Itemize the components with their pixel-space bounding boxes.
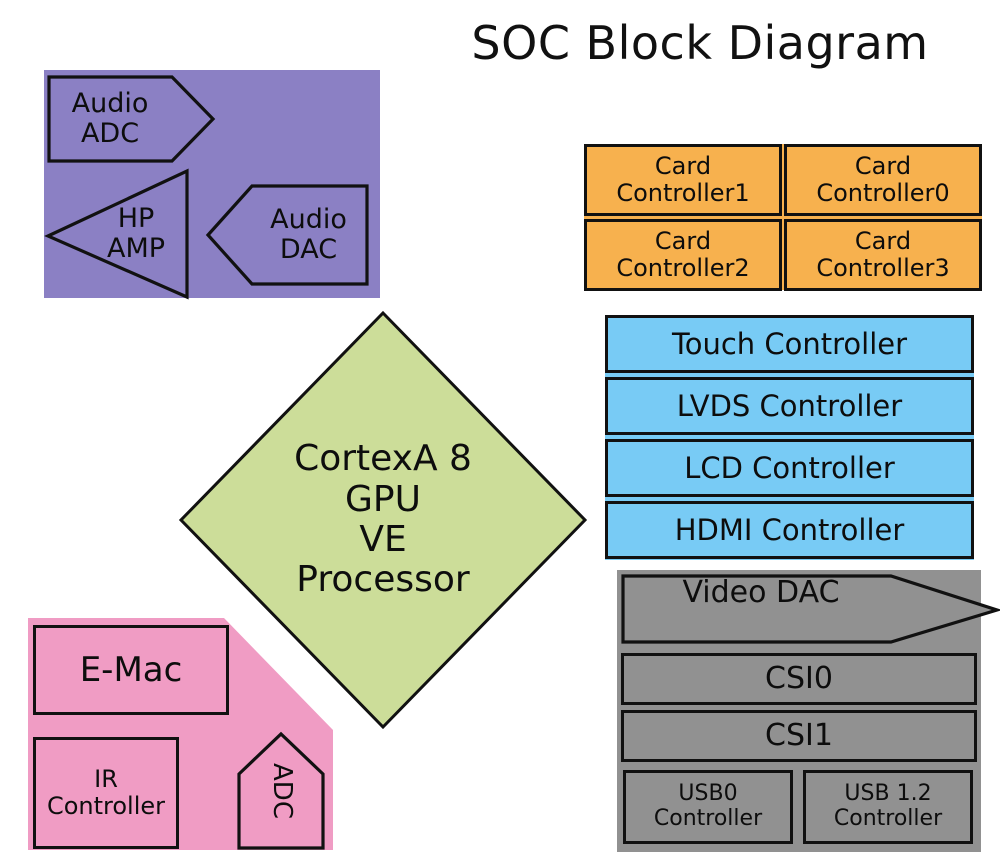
- cpu-diamond-block[interactable]: CortexA 8 GPU VE Processor: [178, 310, 588, 730]
- card-controller-0-block[interactable]: Card Controller0: [784, 144, 982, 216]
- audio-adc-shape: [47, 75, 216, 163]
- audio-dac-block[interactable]: Audio DAC: [205, 182, 370, 288]
- touch-controller-block[interactable]: Touch Controller: [605, 315, 974, 373]
- cpu-diamond-shape: [178, 310, 588, 730]
- card-controller-3-block[interactable]: Card Controller3: [784, 219, 982, 291]
- adc-shape: [237, 731, 325, 850]
- hp-amp-shape: [44, 168, 189, 300]
- audio-dac-shape: [205, 184, 369, 286]
- card-controller-2-block[interactable]: Card Controller2: [584, 219, 782, 291]
- usb0-controller-block[interactable]: USB0 Controller: [623, 770, 793, 844]
- video-dac-shape: [621, 574, 1000, 644]
- hdmi-controller-block[interactable]: HDMI Controller: [605, 501, 974, 559]
- hp-amp-block[interactable]: HP AMP: [44, 168, 194, 300]
- usb12-controller-block[interactable]: USB 1.2 Controller: [803, 770, 973, 844]
- page-title: SOC Block Diagram: [471, 16, 929, 70]
- lvds-controller-block[interactable]: LVDS Controller: [605, 377, 974, 435]
- csi0-block[interactable]: CSI0: [621, 653, 977, 705]
- adc-block[interactable]: ADC: [236, 731, 326, 851]
- soc-block-diagram: SOC Block Diagram Audio ADC HP AMP Audio…: [0, 0, 1000, 857]
- card-controller-1-block[interactable]: Card Controller1: [584, 144, 782, 216]
- video-dac-block[interactable]: Video DAC: [621, 573, 1000, 645]
- ir-controller-block[interactable]: IR Controller: [33, 737, 179, 849]
- lcd-controller-block[interactable]: LCD Controller: [605, 439, 974, 497]
- audio-adc-block[interactable]: Audio ADC: [46, 73, 216, 165]
- csi1-block[interactable]: CSI1: [621, 710, 977, 762]
